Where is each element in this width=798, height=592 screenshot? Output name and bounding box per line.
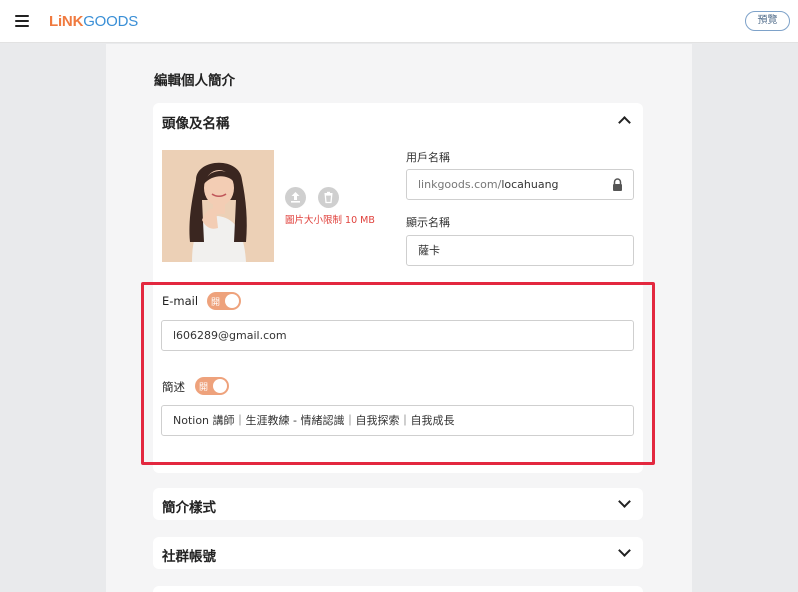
logo[interactable]: LiNKGOODS: [49, 13, 138, 30]
display-name-field[interactable]: 薩卡: [406, 235, 634, 266]
trash-icon[interactable]: [318, 187, 339, 208]
section-next[interactable]: [153, 586, 643, 592]
chevron-up-icon[interactable]: [618, 116, 631, 129]
username-domain: linkgoods.com/: [418, 178, 502, 191]
menu-icon[interactable]: [15, 15, 29, 27]
highlight-box: [141, 282, 655, 465]
display-name-label: 顯示名稱: [406, 216, 450, 229]
chevron-down-icon[interactable]: [618, 495, 631, 508]
avatar: [162, 150, 274, 262]
section-title: 簡介樣式: [162, 500, 216, 516]
section-social-accounts[interactable]: 社群帳號: [153, 537, 643, 569]
chevron-down-icon[interactable]: [618, 544, 631, 557]
preview-button[interactable]: 預覽: [745, 11, 790, 31]
lock-icon: [613, 178, 622, 191]
section-profile-style[interactable]: 簡介樣式: [153, 488, 643, 520]
upload-limit-note: 圖片大小限制 10 MB: [285, 215, 375, 226]
avatar-portrait: [162, 150, 274, 262]
logo-link-text: LiNK: [49, 13, 84, 30]
username-value: locahuang: [501, 178, 559, 191]
profile-card-title: 頭像及名稱: [162, 116, 230, 132]
section-title: 社群帳號: [162, 549, 216, 565]
upload-icon[interactable]: [285, 187, 306, 208]
page-title: 編輯個人簡介: [154, 73, 235, 89]
top-bar: LiNKGOODS 預覽: [0, 0, 798, 43]
username-label: 用戶名稱: [406, 151, 450, 164]
username-field[interactable]: linkgoods.com/locahuang: [406, 169, 634, 200]
logo-goods-text: GOODS: [83, 13, 139, 30]
